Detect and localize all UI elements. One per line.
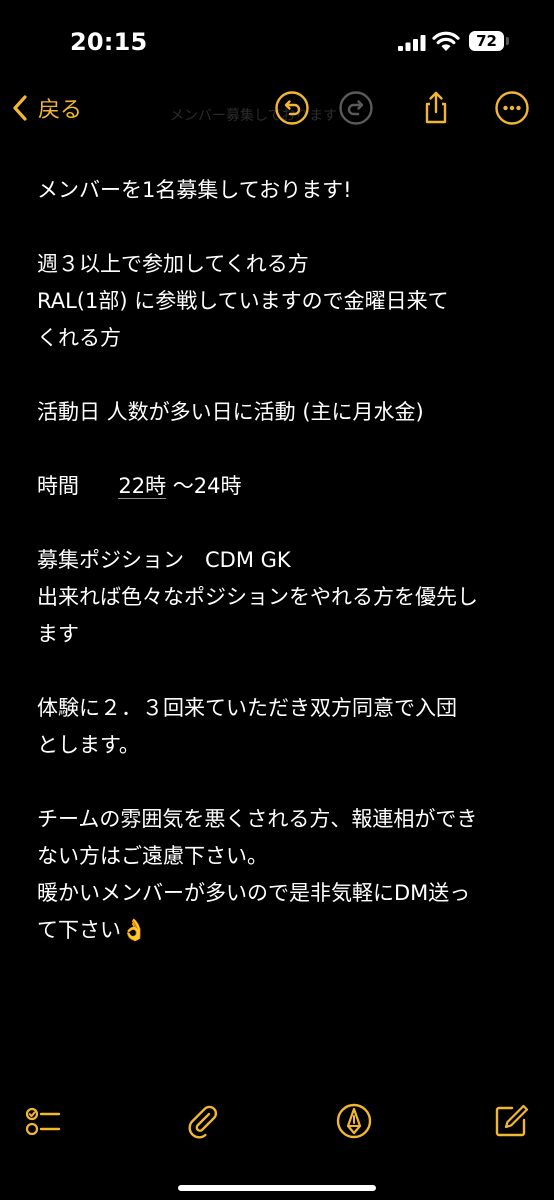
battery-icon: 72 — [469, 31, 511, 51]
note-line: 出来れば色々なポジションをやれる方を優先し — [37, 585, 478, 609]
note-line: とします。 — [37, 733, 140, 757]
attach-button[interactable] — [183, 1102, 221, 1140]
compose-icon — [495, 1104, 529, 1137]
note-line: 週３以上で参加してくれる方 — [37, 252, 309, 276]
back-button-label: 戻る — [38, 98, 83, 123]
wifi-icon — [432, 31, 460, 51]
markup-pen-icon — [336, 1103, 372, 1139]
notes-screen: 20:15 72 戻る メンバー募集しております メンバーを1名募集しております… — [0, 0, 554, 1200]
note-line-blank — [37, 505, 523, 542]
chevron-left-icon — [13, 95, 27, 121]
note-line: て下さい👌 — [37, 918, 148, 942]
note-line: RAL(1部) に参戦していますので金曜日来て — [37, 289, 449, 313]
back-button[interactable]: 戻る — [10, 90, 82, 126]
cellular-signal-icon — [398, 35, 426, 51]
note-line: 暖かいメンバーが多いので是非気軽にDM送っ — [37, 881, 471, 905]
note-line-blank — [37, 431, 523, 468]
note-line: メンバーを1名募集しております! — [37, 178, 352, 202]
battery-level: 72 — [469, 31, 504, 51]
more-icon — [495, 91, 529, 125]
time-label: 時間 — [37, 474, 79, 498]
undo-button[interactable] — [274, 90, 310, 126]
note-line: チームの雰囲気を悪くされる方、報連相ができ — [37, 807, 478, 831]
note-line-blank — [37, 357, 523, 394]
time-start-link[interactable]: 22時 — [118, 474, 167, 499]
compose-button[interactable] — [492, 1102, 530, 1140]
note-body[interactable]: メンバーを1名募集しております! 週３以上で参加してくれる方 RAL(1部) に… — [37, 172, 523, 949]
markup-button[interactable] — [335, 1102, 373, 1140]
note-line: 活動日 人数が多い日に活動 (主に月水金) — [37, 400, 424, 424]
checklist-icon — [25, 1107, 61, 1136]
redo-icon — [339, 91, 373, 125]
note-line: 募集ポジション CDM GK — [37, 548, 291, 572]
share-icon — [425, 91, 447, 124]
navigation-bar: 戻る メンバー募集しております — [0, 82, 554, 134]
status-time: 20:15 — [70, 28, 148, 56]
note-line: 体験に２．３回来ていただき双方同意で入団 — [37, 696, 457, 720]
paperclip-icon — [188, 1105, 218, 1139]
note-line-blank — [37, 764, 523, 801]
note-line-blank — [37, 653, 523, 690]
status-bar: 20:15 72 — [0, 0, 554, 80]
home-indicator — [178, 1185, 376, 1191]
bottom-toolbar — [0, 1096, 554, 1146]
more-button[interactable] — [494, 90, 530, 126]
note-line-time: 時間 22時 〜24時 — [37, 468, 523, 505]
note-line: ます — [37, 622, 79, 646]
time-end: 〜24時 — [172, 474, 242, 498]
note-line-blank — [37, 209, 523, 246]
checklist-button[interactable] — [24, 1102, 62, 1140]
note-line: くれる方 — [37, 326, 121, 350]
share-button[interactable] — [418, 90, 454, 126]
faded-note-title: メンバー募集しております — [170, 108, 338, 124]
note-line: ない方はご遠慮下さい。 — [37, 844, 268, 868]
redo-button[interactable] — [338, 90, 374, 126]
undo-icon — [275, 91, 309, 125]
